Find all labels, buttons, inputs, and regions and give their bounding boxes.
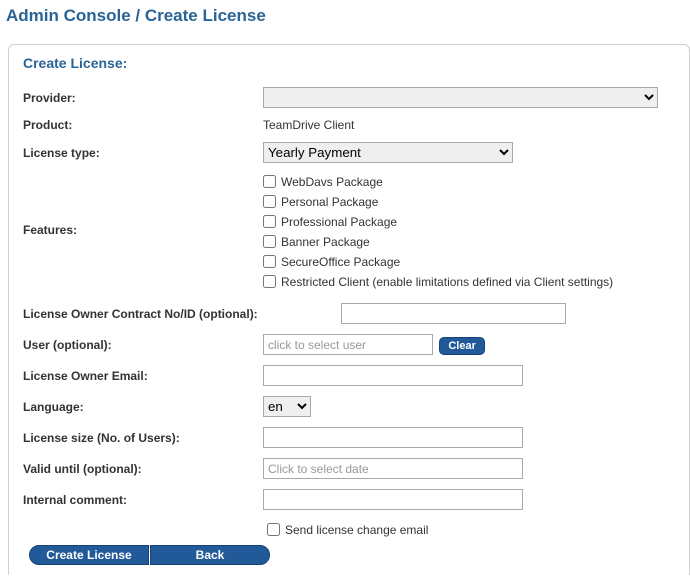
button-bar: Create License Back: [29, 545, 675, 565]
owner-email-input[interactable]: [263, 365, 523, 386]
label-license-type: License type:: [23, 146, 263, 160]
feature-label: Banner Package: [281, 235, 370, 249]
feature-label: Professional Package: [281, 215, 397, 229]
feature-webdavs-checkbox[interactable]: [263, 175, 276, 188]
feature-secureoffice: SecureOffice Package: [263, 253, 613, 270]
features-list: WebDavs Package Personal Package Profess…: [263, 173, 613, 293]
send-change-email-checkbox[interactable]: [267, 523, 280, 536]
feature-webdavs: WebDavs Package: [263, 173, 613, 190]
send-change-email-label: Send license change email: [285, 523, 428, 537]
language-select[interactable]: en: [263, 396, 311, 417]
feature-professional: Professional Package: [263, 213, 613, 230]
internal-comment-input[interactable]: [263, 489, 523, 510]
feature-restricted-checkbox[interactable]: [263, 275, 276, 288]
create-license-panel: Create License: Provider: Product: TeamD…: [8, 44, 690, 575]
feature-secureoffice-checkbox[interactable]: [263, 255, 276, 268]
license-size-input[interactable]: [263, 427, 523, 448]
feature-personal-checkbox[interactable]: [263, 195, 276, 208]
feature-label: SecureOffice Package: [281, 255, 400, 269]
feature-label: WebDavs Package: [281, 175, 383, 189]
label-provider: Provider:: [23, 91, 263, 105]
feature-banner-checkbox[interactable]: [263, 235, 276, 248]
create-license-button[interactable]: Create License: [29, 545, 149, 565]
label-valid-until: Valid until (optional):: [23, 462, 263, 476]
license-type-select[interactable]: Yearly Payment: [263, 142, 513, 163]
back-button[interactable]: Back: [150, 545, 270, 565]
user-input[interactable]: [263, 334, 433, 355]
feature-professional-checkbox[interactable]: [263, 215, 276, 228]
label-internal-comment: Internal comment:: [23, 493, 263, 507]
feature-restricted: Restricted Client (enable limitations de…: [263, 273, 613, 290]
valid-until-input[interactable]: [263, 458, 523, 479]
label-features: Features:: [23, 173, 263, 293]
feature-personal: Personal Package: [263, 193, 613, 210]
send-change-email-row: Send license change email: [263, 520, 675, 539]
product-value: TeamDrive Client: [263, 118, 675, 132]
label-contract: License Owner Contract No/ID (optional):: [23, 307, 341, 321]
label-owner-email: License Owner Email:: [23, 369, 263, 383]
label-license-size: License size (No. of Users):: [23, 431, 263, 445]
label-language: Language:: [23, 400, 263, 414]
contract-input[interactable]: [341, 303, 566, 324]
label-user: User (optional):: [23, 338, 263, 352]
feature-label: Personal Package: [281, 195, 378, 209]
feature-label: Restricted Client (enable limitations de…: [281, 275, 613, 289]
page-title: Admin Console / Create License: [6, 6, 690, 26]
provider-select[interactable]: [263, 87, 658, 108]
panel-title: Create License:: [23, 55, 675, 71]
feature-banner: Banner Package: [263, 233, 613, 250]
clear-button[interactable]: Clear: [439, 337, 485, 355]
label-product: Product:: [23, 118, 263, 132]
